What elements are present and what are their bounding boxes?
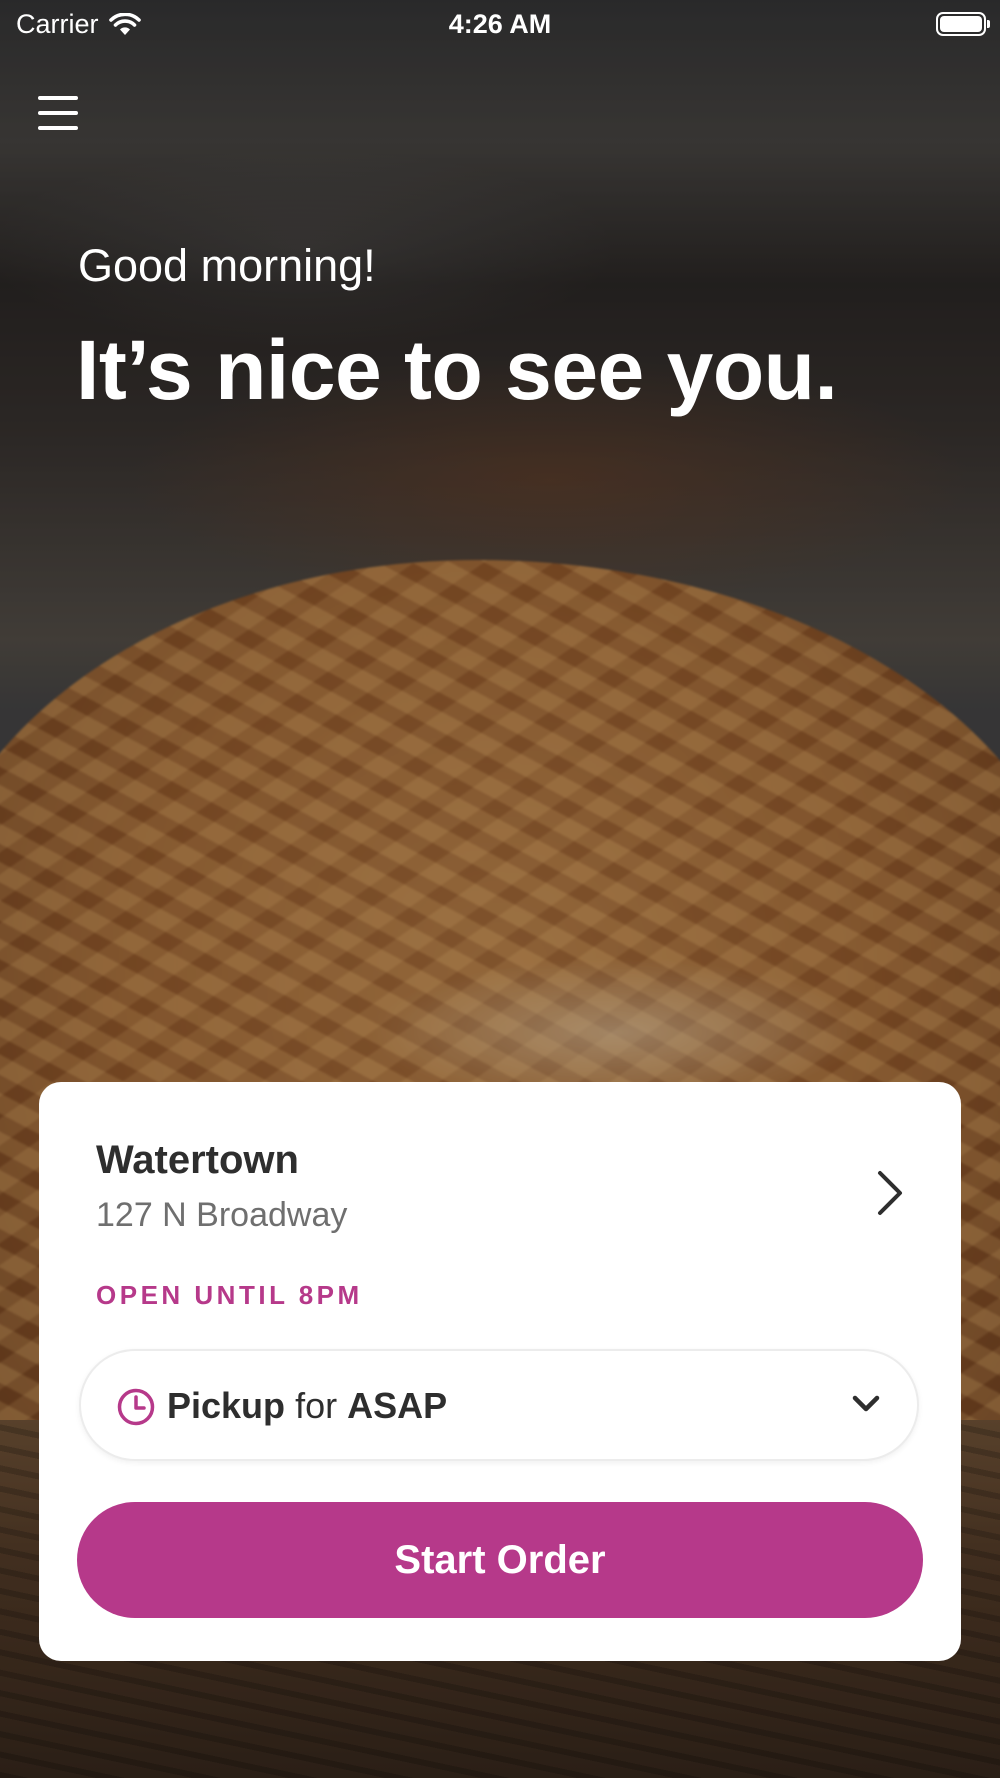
hamburger-menu-icon[interactable] bbox=[38, 94, 78, 132]
order-mode-label: Pickup for ASAP bbox=[167, 1385, 447, 1427]
location-address: 127 N Broadway bbox=[96, 1196, 348, 1234]
location-card: Watertown 127 N Broadway OPEN UNTIL 8PM … bbox=[39, 1082, 961, 1661]
greeting-title: It’s nice to see you. bbox=[76, 323, 838, 417]
start-order-button[interactable]: Start Order bbox=[77, 1502, 923, 1618]
chevron-right-icon bbox=[878, 1171, 902, 1215]
clock-icon bbox=[117, 1388, 155, 1426]
chevron-down-icon bbox=[852, 1395, 880, 1412]
order-mode-time: ASAP bbox=[347, 1385, 448, 1426]
home-screen: Carrier 4:26 AM Good morning! It’s nice … bbox=[0, 0, 1000, 1778]
order-mode-type: Pickup bbox=[167, 1385, 286, 1426]
status-time: 4:26 AM bbox=[448, 9, 552, 39]
order-mode-connector: for bbox=[295, 1385, 338, 1426]
battery-icon bbox=[936, 12, 990, 36]
order-mode-select[interactable]: Pickup for ASAP bbox=[79, 1349, 919, 1461]
hours-status: OPEN UNTIL 8PM bbox=[96, 1280, 363, 1310]
greeting-subtitle: Good morning! bbox=[78, 240, 376, 291]
status-bar: Carrier 4:26 AM bbox=[0, 0, 1000, 50]
location-selector[interactable]: Watertown 127 N Broadway bbox=[39, 1082, 961, 1242]
location-name: Watertown bbox=[96, 1138, 299, 1182]
